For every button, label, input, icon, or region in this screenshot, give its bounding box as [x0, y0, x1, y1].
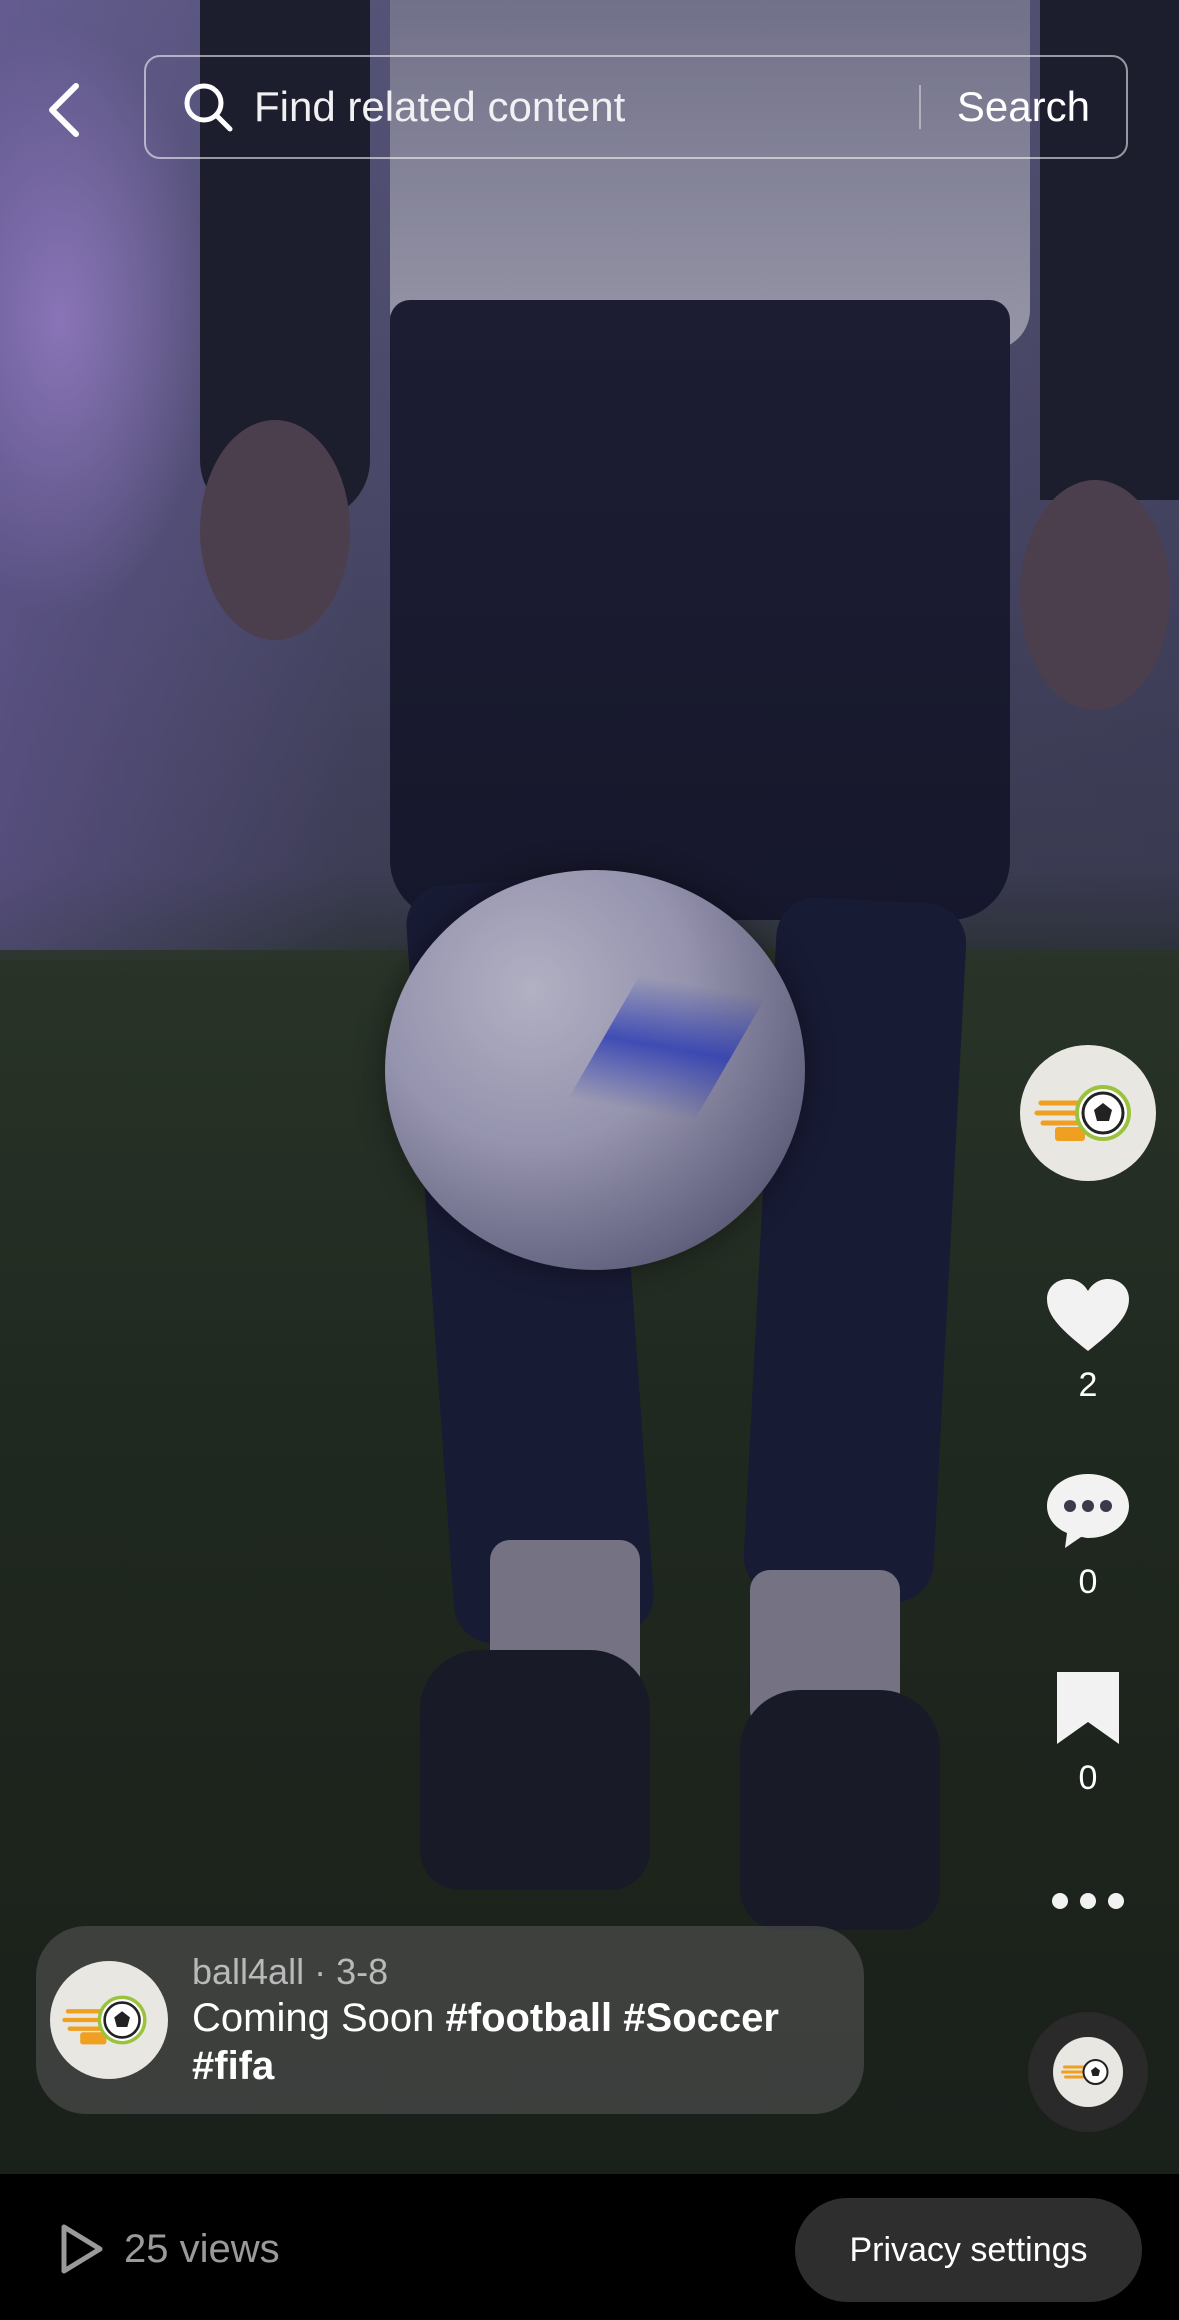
hashtag-fifa[interactable]: #fifa	[192, 2044, 274, 2088]
privacy-settings-button[interactable]: Privacy settings	[795, 2198, 1142, 2302]
chevron-left-icon	[49, 83, 79, 137]
comment-button[interactable]: 0	[1040, 1470, 1136, 1602]
like-count: 2	[1078, 1366, 1098, 1404]
hashtag-football[interactable]: #football	[446, 1996, 613, 2040]
caption-text: ball4all · 3-8 Coming Soon #football #So…	[192, 1950, 779, 2090]
comment-icon	[1047, 1474, 1129, 1548]
search-button[interactable]: Search	[921, 83, 1126, 131]
like-button[interactable]: 2	[1040, 1275, 1136, 1405]
music-disc[interactable]	[1028, 2012, 1148, 2132]
more-options-icon[interactable]	[1050, 1886, 1126, 1916]
search-icon	[184, 83, 233, 132]
music-disc-avatar	[1053, 2037, 1123, 2107]
meta-separator: ·	[304, 1951, 337, 1992]
video-player[interactable]	[0, 0, 1179, 2174]
author-name[interactable]: ball4all	[192, 1951, 304, 1992]
post-date: 3-8	[336, 1951, 389, 1992]
back-button[interactable]	[36, 72, 96, 148]
caption-avatar[interactable]	[50, 1961, 168, 2079]
heart-icon	[1047, 1279, 1129, 1351]
bookmark-icon	[1057, 1672, 1119, 1744]
search-bar[interactable]: Find related content Search	[144, 55, 1128, 159]
caption-meta: ball4all · 3-8	[192, 1950, 779, 1994]
caption-body: Coming Soon #football #Soccer #fifa	[192, 1994, 779, 2090]
views-count: 25 views	[124, 2226, 280, 2271]
caption-description: Coming Soon	[192, 1996, 435, 2040]
comment-count: 0	[1078, 1563, 1098, 1601]
caption-card[interactable]: ball4all · 3-8 Coming Soon #football #So…	[36, 1926, 864, 2114]
search-input[interactable]: Find related content	[254, 83, 919, 131]
save-button[interactable]: 0	[1040, 1668, 1136, 1798]
ball4all-logo-icon	[62, 1995, 147, 2045]
views-indicator: 25 views	[56, 2222, 280, 2276]
play-icon	[61, 2224, 103, 2274]
creator-avatar[interactable]	[1020, 1045, 1156, 1181]
video-dim-overlay	[0, 0, 1179, 2174]
ball4all-logo-icon	[1034, 1085, 1131, 1141]
hashtag-soccer[interactable]: #Soccer	[623, 1996, 779, 2040]
ball4all-logo-icon	[1061, 2059, 1109, 2085]
save-count: 0	[1078, 1759, 1098, 1797]
